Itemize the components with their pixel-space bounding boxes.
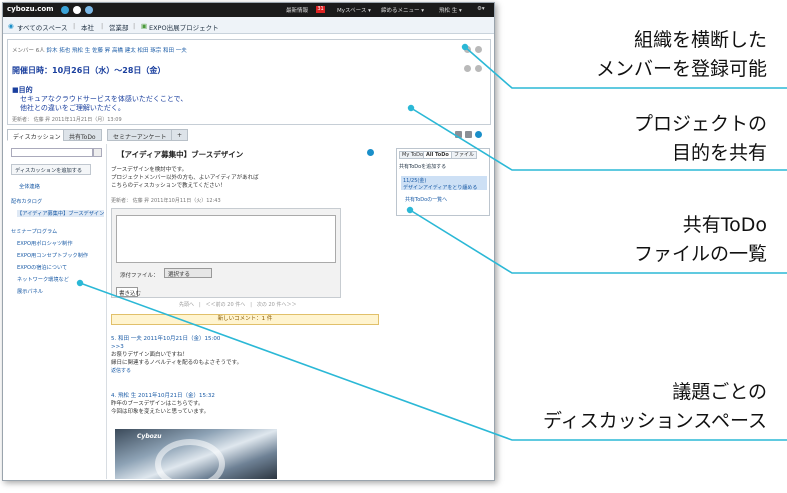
top-bar: cybozu.com 最新情報 31 Myスペース ▾ 締めるメニュー ▾ 飛松… [3,3,494,17]
add-discussion-button[interactable]: ディスカッションを追加する [11,164,91,175]
close-icon[interactable] [475,65,482,72]
sidebar-item[interactable]: EXPO用コンセプトブック制作 [17,252,88,259]
tab-seminar-survey[interactable]: セミナーアンケート [107,129,173,141]
member-link[interactable]: 松田 琢宗 [138,48,162,54]
cybozu-logo: cybozu.com [7,5,54,13]
bird-icon[interactable] [85,6,93,14]
settings-icon[interactable] [475,131,482,138]
news-count-badge: 31 [316,6,325,13]
member-link[interactable]: 鈴木 拓也 [47,48,71,54]
reply-link[interactable]: 返信する [111,367,242,375]
attach-label: 添付ファイル： [120,273,159,279]
crumb-head-office[interactable]: 本社 [81,22,94,32]
settings-icon[interactable] [367,149,374,156]
edit-icon[interactable] [464,65,471,72]
updated-by: 更新者： 佐藤 昇 2011年11月21日（月）13:09 [12,117,122,123]
discussion-title: 【アイディア募集中】ブースデザイン [117,150,244,159]
callout-members: 組織を横断した メンバーを登録可能 [595,29,767,80]
sidebar-item[interactable]: ネットワーク環境など [17,276,69,283]
breadcrumb: ◉ すべてのスペース | 本社 | 営業部 | ▣ EXPO出展プロジェクト [3,17,494,34]
crumb-project[interactable]: EXPO出展プロジェクト [149,22,219,32]
shime-menu[interactable]: 締めるメニュー ▾ [381,6,424,14]
sidebar-item[interactable]: 展示パネル [17,288,43,295]
sidebar-item[interactable]: EXPO用ポロシャツ制作 [17,240,73,247]
todo-item[interactable]: 11/25(金) デザインアイディアをとり纏める [401,176,487,191]
sidebar-group[interactable]: セミナープログラム [11,228,57,235]
pager[interactable]: 先頭へ | ＜＜前の 20 件へ | 次の 20 件へ＞＞ [179,301,296,308]
tab-all-todo[interactable]: All ToDo [423,151,452,159]
tab-discussion[interactable]: ディスカッション [7,129,67,141]
close-icon[interactable] [475,46,482,53]
gear-icon[interactable]: ⚙▾ [477,6,485,12]
news-link[interactable]: 最新情報 [286,6,308,14]
sidebar-item-selected[interactable]: 【アイディア募集中】ブースデザイン [17,210,105,217]
todo-panel: My ToDo All ToDo ファイル 共有ToDoを追加する 11/25(… [396,148,490,216]
post-button[interactable]: 書き込む [116,287,141,297]
member-link[interactable]: 佐藤 昇 [92,48,110,54]
app-icon[interactable] [61,6,69,14]
add-todo-button[interactable]: 共有ToDoを追加する [399,163,446,170]
tab-shared-todo[interactable]: 共有ToDo [63,129,102,141]
member-list: メンバー 6人 鈴木 拓也 飛松 生 佐藤 昇 高橋 建太 松田 琢宗 和田 一… [12,46,187,54]
edit-icon[interactable] [464,46,471,53]
sidebar-item[interactable]: 全体連絡 [19,183,40,190]
discussion-main: 【アイディア募集中】ブースデザイン ブースデザインを検討中です。 プロジェクトメ… [109,144,385,479]
search-icon[interactable] [93,148,102,157]
discussion-updated: 更新者： 佐藤 昇 2011年10月11日（火）12:43 [111,198,221,204]
member-link[interactable]: 和田 一夫 [163,48,187,54]
project-icon: ▣ [141,22,148,30]
project-info-panel: メンバー 6人 鈴木 拓也 飛松 生 佐藤 昇 高橋 建太 松田 琢宗 和田 一… [7,39,491,125]
user-menu[interactable]: 飛松 生 ▾ [439,6,462,14]
crumb-all-spaces[interactable]: すべてのスペース [17,22,68,32]
myspace-menu[interactable]: Myスペース ▾ [337,6,371,14]
purpose-text: 他社との違いをご理解いただく。 [20,104,125,112]
sidebar-group[interactable]: 配布カタログ [11,198,42,205]
tab-file[interactable]: ファイル [451,151,478,159]
search-input[interactable] [11,148,93,157]
discussion-sidebar: ディスカッションを追加する 全体連絡 配布カタログ 【アイディア募集中】ブースデ… [7,144,107,479]
tab-my-todo[interactable]: My ToDo [399,151,427,159]
todo-list-link[interactable]: 共有ToDoの一覧へ [405,196,447,203]
callout-purpose: プロジェクトの 目的を共有 [633,113,767,164]
add-tab-button[interactable]: + [171,129,189,141]
member-link[interactable]: 高橋 建太 [112,48,136,54]
layout-icon[interactable] [465,131,472,138]
app-screenshot: cybozu.com 最新情報 31 Myスペース ▾ 締めるメニュー ▾ 飛松… [2,2,495,481]
callout-todo: 共有ToDo ファイルの一覧 [633,214,767,265]
comment-4: 4. 飛松 生 2011年10月21日（金）15:32 昨年のブースデザインはこ… [111,393,215,415]
home-icon: ◉ [8,22,14,30]
grid-icon[interactable] [455,131,462,138]
comment-5: 5. 和田 一夫 2011年10月21日（金）15:00 >>3 お祭りデザイン… [111,336,243,375]
comment-textarea[interactable] [116,215,336,263]
member-link[interactable]: 飛松 生 [72,48,90,54]
file-select-button[interactable]: 選択する [164,268,212,278]
event-dates: 開催日時：10月26日（水）〜28日（金） [12,66,166,75]
notify-icon[interactable] [73,6,81,14]
sidebar-item[interactable]: EXPOの宿泊について [17,264,67,271]
figure-canvas: cybozu.com 最新情報 31 Myスペース ▾ 締めるメニュー ▾ 飛松… [0,0,787,493]
new-comments-bar[interactable]: 新しいコメント：1 件 [111,314,379,325]
booth-photo: Cybozu [115,429,277,479]
photo-brand: Cybozu [137,433,162,440]
comment-form: 添付ファイル： 選択する 書き込む [111,208,341,298]
callout-discussion: 議題ごとの ディスカッションスペース [542,381,767,432]
member-count: メンバー 6人 [12,48,45,54]
crumb-sales[interactable]: 営業部 [109,22,129,32]
discussion-body: ブースデザインを検討中です。 プロジェクトメンバー以外の方も、よいアイディアがあ… [111,167,259,189]
